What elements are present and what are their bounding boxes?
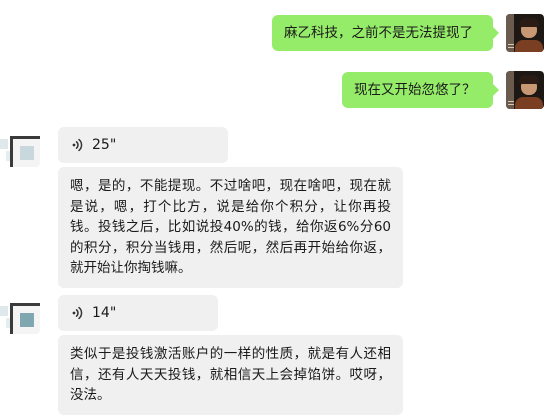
self-avatar[interactable] [506, 71, 544, 109]
voice-duration: 14" [92, 305, 117, 321]
contact-avatar[interactable] [0, 294, 40, 334]
voice-duration: 25" [92, 137, 117, 153]
message-bubble-incoming[interactable]: 嗯，是的，不能提现。不过啥吧，现在啥吧，现在就是说，嗯，打个比方，说是给你个积分… [58, 167, 403, 288]
voice-wave-icon [72, 138, 83, 152]
voice-wave-icon [72, 306, 83, 320]
contact-avatar[interactable] [0, 127, 40, 167]
message-bubble-outgoing[interactable]: 现在又开始忽悠了？ [342, 72, 499, 108]
voice-message-bubble[interactable]: 25" [58, 127, 228, 163]
message-bubble-outgoing[interactable]: 麻乙科技，之前不是无法提现了 [272, 15, 499, 51]
voice-message-bubble[interactable]: 14" [58, 295, 218, 331]
self-avatar[interactable] [506, 14, 544, 52]
message-bubble-incoming[interactable]: 类似于是投钱激活账户的一样的性质，就是有人还相信，还有人天天投钱，就相信天上会掉… [58, 335, 403, 415]
